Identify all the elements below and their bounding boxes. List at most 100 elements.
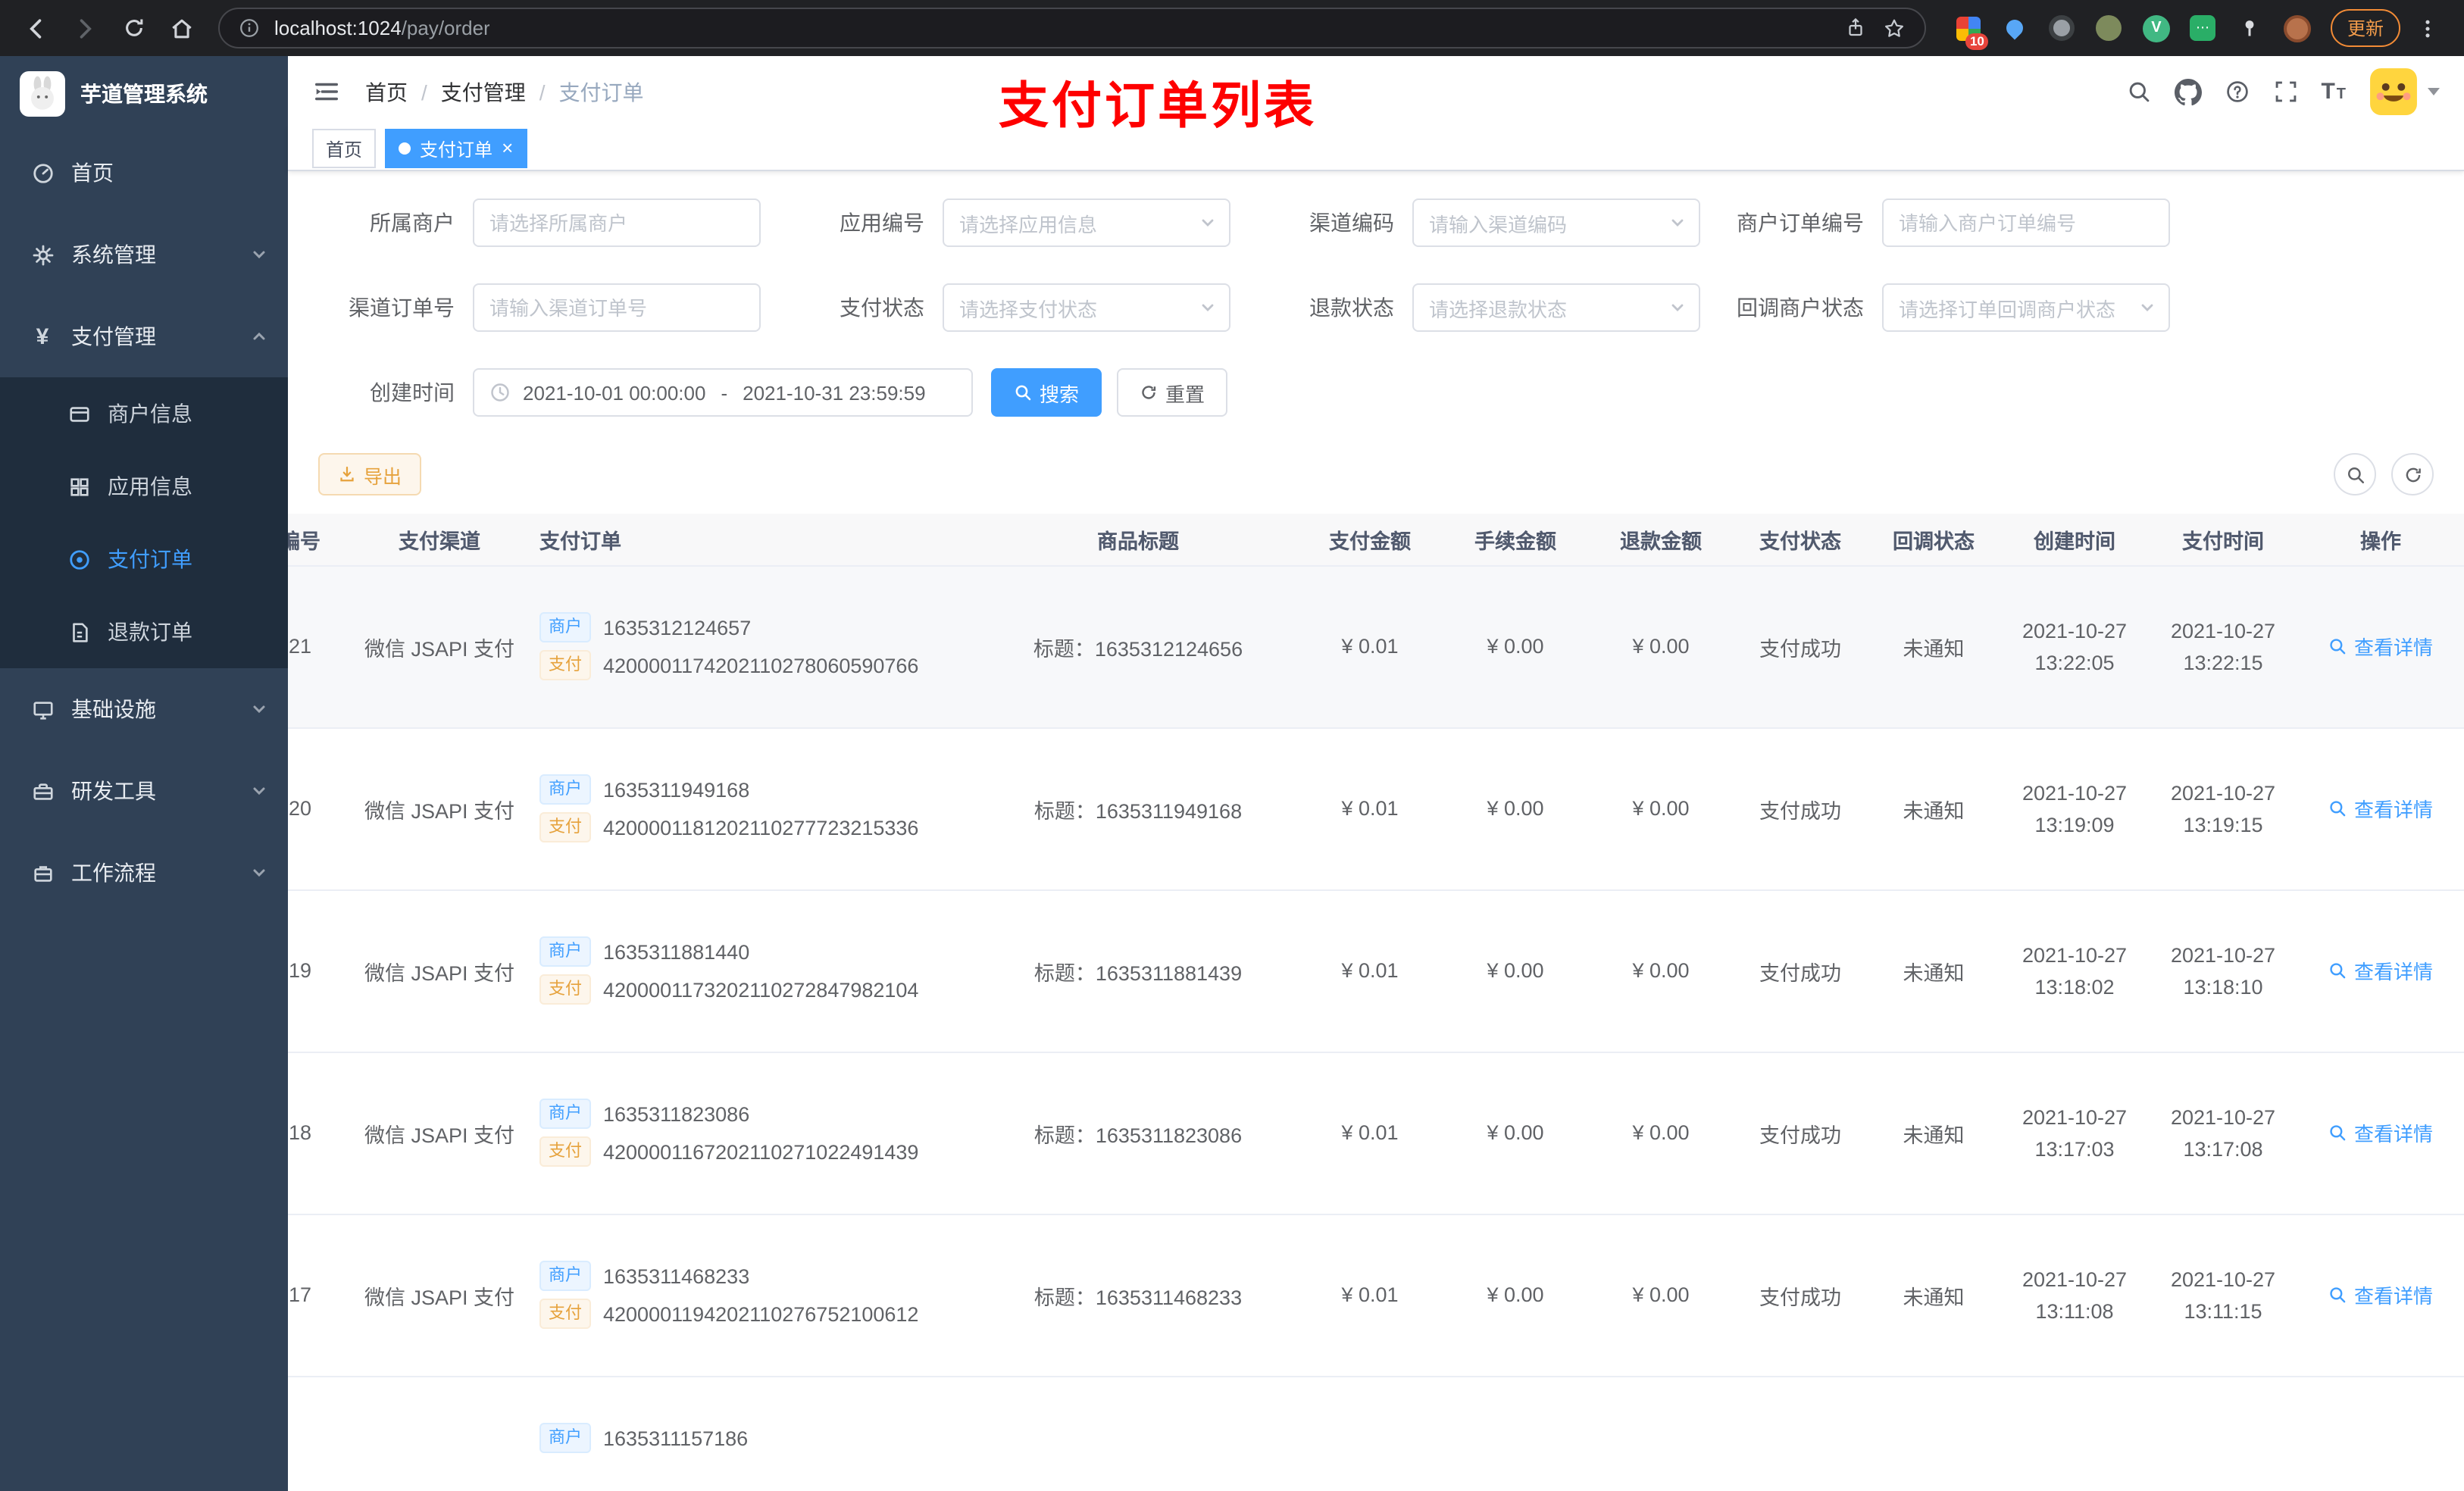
- sidebar-item-refund-order[interactable]: 退款订单: [0, 595, 288, 668]
- share-icon[interactable]: [1844, 17, 1867, 39]
- github-icon[interactable]: [2174, 78, 2202, 105]
- col-id: 编号: [288, 514, 355, 566]
- search-button[interactable]: 搜索: [991, 368, 1102, 417]
- cell-refund: ¥ 0.00: [1588, 1052, 1734, 1214]
- sidebar-item-workflow[interactable]: 工作流程: [0, 832, 288, 914]
- fullscreen-icon[interactable]: [2272, 79, 2298, 105]
- col-channel: 支付渠道: [355, 514, 524, 566]
- sidebar-item-merchant-info[interactable]: 商户信息: [0, 377, 288, 450]
- table-row: 20 微信 JSAPI 支付 商户 1635311949168 支付 42000…: [288, 727, 2464, 890]
- sidebar-logo[interactable]: 芋道管理系统: [0, 56, 288, 132]
- cell-pay-time: 2021-10-27 13:11:15: [2149, 1214, 2297, 1377]
- extension-dark-icon[interactable]: [2047, 13, 2078, 43]
- page-title-annotation: 支付订单列表: [999, 77, 1317, 133]
- breadcrumb-pay-mgmt[interactable]: 支付管理: [441, 77, 526, 107]
- sidebar-item-system[interactable]: 系统管理: [0, 214, 288, 295]
- vue-devtools-icon[interactable]: V: [2141, 13, 2172, 43]
- cell-id: 21: [288, 565, 355, 728]
- create-time-range[interactable]: 2021-10-01 00:00:00 - 2021-10-31 23:59:5…: [473, 368, 973, 417]
- col-fee: 手续金额: [1443, 514, 1588, 566]
- forward-icon[interactable]: [64, 7, 106, 49]
- sidebar-item-payment[interactable]: ¥ 支付管理: [0, 295, 288, 377]
- browser-menu-icon[interactable]: [2406, 7, 2449, 49]
- grid-icon: [67, 475, 91, 498]
- breadcrumb-home[interactable]: 首页: [365, 77, 408, 107]
- extension-olive-icon[interactable]: [2094, 13, 2125, 43]
- sidebar-item-label: 商户信息: [108, 402, 192, 426]
- sidebar-item-dev-tools[interactable]: 研发工具: [0, 750, 288, 832]
- cell-fee: ¥ 0.00: [1443, 889, 1588, 1052]
- bookmark-star-icon[interactable]: [1882, 16, 1906, 40]
- tab-home[interactable]: 首页: [312, 129, 377, 168]
- breadcrumb: 首页 / 支付管理 / 支付订单: [365, 77, 644, 107]
- sidebar-item-label: 支付订单: [108, 547, 192, 571]
- date-end: 2021-10-31 23:59:59: [743, 381, 926, 404]
- browser-update-button[interactable]: 更新: [2330, 9, 2400, 47]
- user-avatar[interactable]: [2369, 67, 2440, 117]
- extension-colored-icon[interactable]: 10: [1953, 13, 1989, 49]
- url-text: localhost:1024/pay/order: [274, 17, 490, 39]
- gear-icon: [30, 243, 55, 266]
- view-details-link[interactable]: 查看详情: [2328, 632, 2433, 661]
- pay-status-select[interactable]: 请选择支付状态: [943, 283, 1230, 332]
- help-icon[interactable]: [2224, 79, 2250, 105]
- pay-badge: 支付: [539, 1136, 591, 1167]
- tab-pay-order[interactable]: 支付订单 ×: [385, 129, 527, 168]
- refresh-table-icon[interactable]: [2391, 453, 2434, 495]
- cell-title: 标题：1635311468233: [979, 1214, 1297, 1377]
- cell-amount: ¥ 0.01: [1297, 1052, 1443, 1214]
- close-tab-icon[interactable]: ×: [502, 138, 513, 158]
- app-title: 芋道管理系统: [80, 82, 208, 106]
- channel-order-no-input[interactable]: [473, 283, 761, 332]
- yen-icon: ¥: [36, 324, 49, 349]
- cell-create-time: 2021-10-27 13:17:03: [2000, 1052, 2149, 1214]
- sidebar-item-app-info[interactable]: 应用信息: [0, 450, 288, 523]
- cell-amount: ¥ 0.01: [1297, 565, 1443, 728]
- table-header-row: 编号 支付渠道 支付订单 商品标题 支付金额 手续金额 退款金额 支付状态 回调…: [288, 514, 2464, 566]
- document-icon: [67, 620, 91, 643]
- sidebar-item-label: 基础设施: [71, 697, 156, 721]
- notify-status-select[interactable]: 请选择订单回调商户状态: [1882, 283, 2170, 332]
- toggle-search-icon[interactable]: [2334, 453, 2376, 495]
- merchant-order-no-input[interactable]: [1882, 198, 2170, 247]
- font-size-icon[interactable]: TT: [2321, 79, 2346, 105]
- url-bar[interactable]: localhost:1024/pay/order: [218, 8, 1926, 48]
- cell-pay-status: 支付成功: [1734, 565, 1867, 728]
- extension-drop-icon[interactable]: [2000, 13, 2031, 43]
- cell-pay-time: 2021-10-27 13:22:15: [2149, 565, 2297, 728]
- search-icon[interactable]: [2125, 79, 2151, 105]
- cell-pay-time: 2021-10-27 13:18:10: [2149, 889, 2297, 1052]
- caret-down-icon: [2428, 88, 2440, 95]
- merchant-order-no: 1635311823086: [603, 1102, 750, 1125]
- app-select[interactable]: 请选择应用信息: [943, 198, 1230, 247]
- date-start: 2021-10-01 00:00:00: [523, 381, 706, 404]
- channel-code-select[interactable]: 请输入渠道编码: [1412, 198, 1700, 247]
- extension-chat-icon[interactable]: ⋯: [2188, 13, 2219, 43]
- back-icon[interactable]: [15, 7, 58, 49]
- merchant-input[interactable]: [473, 198, 761, 247]
- view-details-link[interactable]: 查看详情: [2328, 1280, 2433, 1309]
- chevron-down-icon: [1668, 214, 1687, 232]
- sidebar-item-pay-order[interactable]: 支付订单: [0, 523, 288, 595]
- sidebar: 芋道管理系统 首页 系统管理 ¥ 支付管理 商户信息 应用信息 支付订单 退款订…: [0, 56, 288, 1491]
- app-root: localhost:1024/pay/order 10 V ⋯ 更新 芋道管理系…: [0, 0, 2464, 1491]
- circle-dot-icon: [67, 548, 91, 570]
- sidebar-item-home[interactable]: 首页: [0, 132, 288, 214]
- cell-notify-status: [1867, 1376, 2000, 1491]
- refund-status-select[interactable]: 请选择退款状态: [1412, 283, 1700, 332]
- export-button[interactable]: 导出: [318, 453, 422, 495]
- view-details-link[interactable]: 查看详情: [2328, 1118, 2433, 1147]
- home-icon[interactable]: [161, 7, 203, 49]
- hamburger-icon[interactable]: [300, 77, 353, 106]
- site-info-icon[interactable]: [238, 17, 261, 39]
- reload-icon[interactable]: [112, 7, 155, 49]
- sidebar-item-infrastructure[interactable]: 基础设施: [0, 668, 288, 750]
- profile-avatar-icon[interactable]: [2282, 13, 2312, 43]
- table-row: 21 微信 JSAPI 支付 商户 1635312124657 支付 42000…: [288, 565, 2464, 728]
- pin-extension-icon[interactable]: [2235, 13, 2265, 43]
- view-details-link[interactable]: 查看详情: [2328, 794, 2433, 823]
- view-details-link[interactable]: 查看详情: [2328, 956, 2433, 985]
- col-refund: 退款金额: [1588, 514, 1734, 566]
- cell-pay-status: 支付成功: [1734, 1052, 1867, 1214]
- reset-button[interactable]: 重置: [1117, 368, 1228, 417]
